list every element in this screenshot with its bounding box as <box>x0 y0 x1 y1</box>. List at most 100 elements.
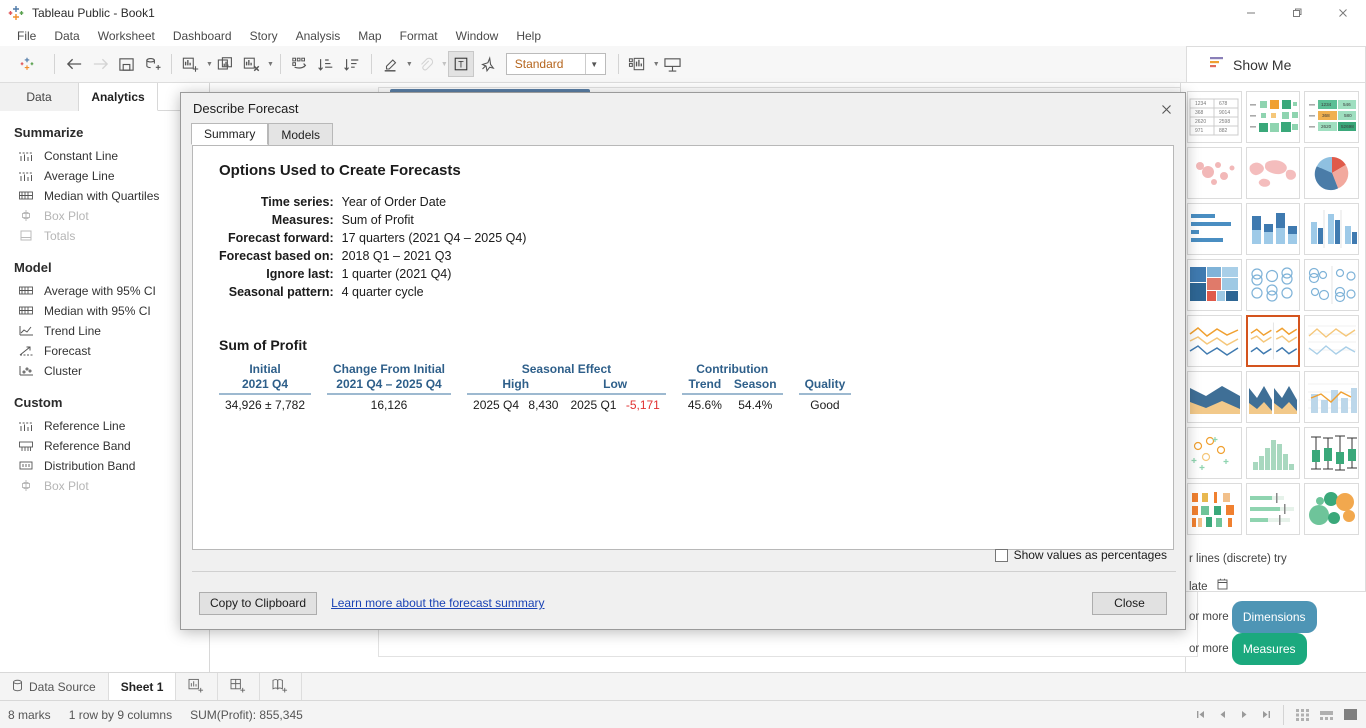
median-quartiles-icon <box>18 189 34 203</box>
show-me-thumb-scatter-plot[interactable] <box>1187 427 1242 479</box>
show-me-thumb-circle-view[interactable] <box>1245 259 1301 311</box>
show-me-thumb-symbol-map[interactable] <box>1187 147 1242 199</box>
new-data-source-icon[interactable] <box>139 51 165 77</box>
tab-analytics[interactable]: Analytics <box>79 83 158 111</box>
show-me-thumb-side-by-side-circle[interactable] <box>1304 259 1359 311</box>
new-worksheet-caret-icon[interactable]: ▼ <box>206 61 213 68</box>
last-page-button[interactable] <box>1257 707 1275 723</box>
show-me-thumb-area-continuous[interactable] <box>1187 371 1242 423</box>
new-dashboard-button[interactable] <box>218 673 261 700</box>
text-tool-icon[interactable]: T <box>447 51 474 77</box>
dialog-close-button[interactable]: Close <box>1092 591 1167 615</box>
fit-select[interactable]: Standard ▼ <box>505 53 606 75</box>
analytics-item-average-with-95-ci[interactable]: Average with 95% CI <box>0 281 209 301</box>
dialog-tab-summary[interactable]: Summary <box>191 123 269 145</box>
previous-page-button[interactable] <box>1213 707 1231 723</box>
menu-help[interactable]: Help <box>507 27 550 45</box>
svg-text:882: 882 <box>1219 128 1228 134</box>
show-me-thumb-area-discrete[interactable] <box>1245 371 1301 423</box>
dialog-close-icon[interactable] <box>1151 97 1181 121</box>
show-hide-cards-caret-icon[interactable]: ▼ <box>653 61 660 68</box>
clear-sheet-icon[interactable] <box>239 51 265 77</box>
svg-text:368: 368 <box>1322 113 1330 118</box>
copy-to-clipboard-button[interactable]: Copy to Clipboard <box>199 591 318 615</box>
show-me-thumb-filled-map[interactable] <box>1245 147 1301 199</box>
show-me-thumb-dual-combination[interactable] <box>1304 371 1359 423</box>
show-me-thumb-line-continuous[interactable] <box>1187 315 1242 367</box>
fix-axes-icon[interactable] <box>474 51 500 77</box>
menu-data[interactable]: Data <box>45 27 88 45</box>
show-me-thumb-gantt-chart[interactable] <box>1187 483 1242 535</box>
show-me-thumb-pie-chart[interactable] <box>1304 147 1359 199</box>
menu-worksheet[interactable]: Worksheet <box>89 27 164 45</box>
analytics-item-cluster[interactable]: Cluster <box>0 361 209 381</box>
analytics-item-average-line[interactable]: Average Line <box>0 166 209 186</box>
show-me-thumb-box-whisker[interactable] <box>1304 427 1359 479</box>
menu-story[interactable]: Story <box>241 27 287 45</box>
show-grid-button[interactable] <box>1292 707 1312 723</box>
show-me-thumb-packed-bubbles[interactable] <box>1304 483 1359 535</box>
forward-icon[interactable] <box>87 51 113 77</box>
attach-caret-icon[interactable]: ▼ <box>441 61 448 68</box>
attach-icon[interactable] <box>413 51 439 77</box>
analytics-item-constant-line[interactable]: Constant Line <box>0 146 209 166</box>
tab-data[interactable]: Data <box>0 83 79 111</box>
back-icon[interactable] <box>61 51 87 77</box>
show-dark-button[interactable] <box>1340 707 1360 723</box>
swap-rows-columns-icon[interactable] <box>287 51 313 77</box>
restore-button[interactable] <box>1274 0 1320 26</box>
analytics-item-median-with-quartiles[interactable]: Median with Quartiles <box>0 186 209 206</box>
menu-map[interactable]: Map <box>349 27 390 45</box>
save-icon[interactable] <box>113 51 139 77</box>
show-me-button[interactable]: Show Me <box>1186 46 1366 82</box>
show-me-thumb-text-table[interactable]: 1234 678 368 9014 2620 2598 971 882 <box>1187 91 1242 143</box>
menu-window[interactable]: Window <box>447 27 508 45</box>
tableau-home-icon[interactable] <box>14 51 40 77</box>
show-me-thumb-line-discrete[interactable] <box>1245 315 1301 367</box>
show-hide-cards-icon[interactable] <box>625 51 651 77</box>
new-worksheet-button[interactable] <box>176 673 219 700</box>
median-ci-icon <box>18 304 34 318</box>
data-source-tab[interactable]: Data Source <box>0 673 109 700</box>
show-percentages-checkbox-row[interactable]: Show values as percentages <box>994 548 1167 562</box>
show-me-thumb-bullet-graph[interactable] <box>1245 483 1301 535</box>
close-button[interactable] <box>1320 0 1366 26</box>
show-me-thumb-treemap[interactable] <box>1187 259 1242 311</box>
show-me-thumb-dual-line[interactable] <box>1304 315 1359 367</box>
highlight-icon[interactable] <box>378 51 404 77</box>
sort-descending-icon[interactable] <box>339 51 365 77</box>
new-story-button[interactable] <box>260 673 303 700</box>
sort-ascending-icon[interactable] <box>313 51 339 77</box>
show-me-thumb-horizontal-bar[interactable] <box>1187 203 1242 255</box>
analytics-item-trend-line[interactable]: Trend Line <box>0 321 209 341</box>
svg-text:1234: 1234 <box>1195 101 1206 107</box>
analytics-item-forecast[interactable]: Forecast <box>0 341 209 361</box>
analytics-item-median-with-95-ci[interactable]: Median with 95% CI <box>0 301 209 321</box>
fit-select-caret-icon[interactable]: ▼ <box>584 54 603 74</box>
minimize-button[interactable] <box>1228 0 1274 26</box>
dialog-tab-models[interactable]: Models <box>268 123 334 145</box>
sheet-tab-sheet-1[interactable]: Sheet 1 <box>108 673 177 700</box>
next-page-button[interactable] <box>1235 707 1253 723</box>
learn-more-link[interactable]: Learn more about the forecast summary <box>331 596 544 610</box>
menu-dashboard[interactable]: Dashboard <box>164 27 241 45</box>
duplicate-sheet-icon[interactable] <box>213 51 239 77</box>
show-me-thumb-heat-map[interactable] <box>1245 91 1301 143</box>
analytics-item-reference-band[interactable]: Reference Band <box>0 436 209 456</box>
new-worksheet-icon[interactable] <box>178 51 204 77</box>
show-me-thumb-side-by-side-bar[interactable] <box>1304 203 1359 255</box>
show-me-thumb-highlight-table[interactable]: 1234 546 368 580 2620 52698 <box>1304 91 1359 143</box>
presentation-mode-icon[interactable] <box>660 51 686 77</box>
show-percentages-checkbox[interactable] <box>994 548 1008 562</box>
menu-analysis[interactable]: Analysis <box>287 27 350 45</box>
menu-format[interactable]: Format <box>391 27 447 45</box>
clear-sheet-caret-icon[interactable]: ▼ <box>267 61 274 68</box>
show-summary-button[interactable] <box>1316 707 1336 723</box>
menu-file[interactable]: File <box>8 27 45 45</box>
show-me-thumb-stacked-bar[interactable] <box>1245 203 1301 255</box>
analytics-item-reference-line[interactable]: Reference Line <box>0 416 209 436</box>
show-me-thumb-histogram[interactable] <box>1245 427 1301 479</box>
highlight-caret-icon[interactable]: ▼ <box>406 61 413 68</box>
first-page-button[interactable] <box>1191 707 1209 723</box>
analytics-item-distribution-band[interactable]: Distribution Band <box>0 456 209 476</box>
